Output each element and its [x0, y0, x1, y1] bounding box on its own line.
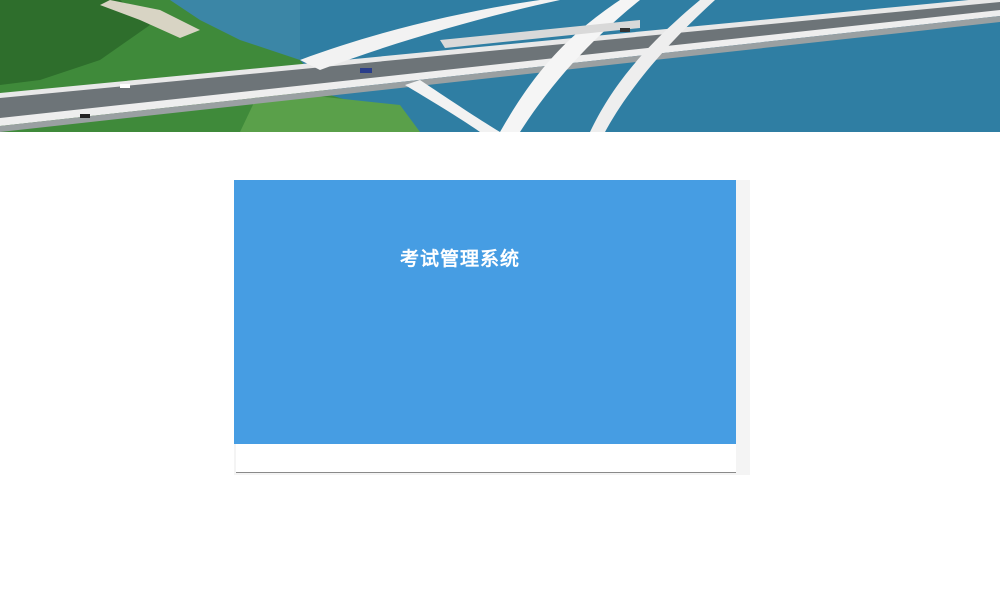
login-panel: 考试管理系统 — [234, 180, 750, 475]
login-panel-footer — [236, 444, 736, 473]
header-banner-image — [0, 0, 1000, 132]
login-panel-header: 考试管理系统 — [234, 180, 736, 444]
system-title: 考试管理系统 — [400, 248, 521, 270]
